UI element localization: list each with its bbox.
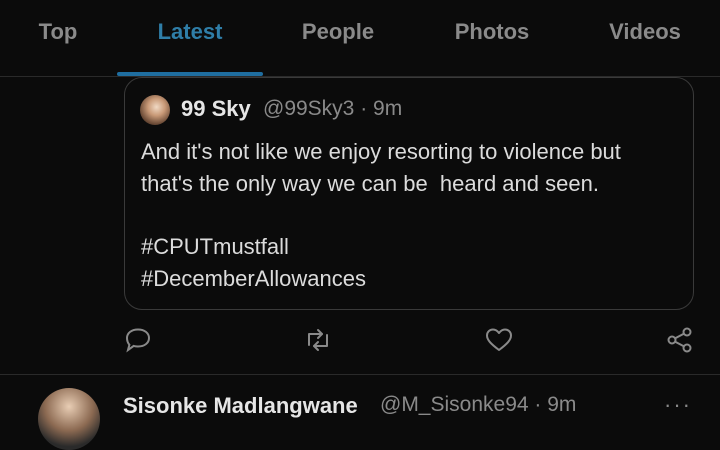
author-avatar[interactable] <box>140 95 170 125</box>
tweet-actions <box>0 325 720 365</box>
tab-videos[interactable]: Videos <box>590 17 700 47</box>
tab-photos[interactable]: Photos <box>437 17 547 47</box>
next-author-name[interactable]: Sisonke Madlangwane <box>123 393 358 419</box>
like-icon[interactable] <box>484 325 514 355</box>
reply-icon[interactable] <box>123 325 153 355</box>
share-icon[interactable] <box>665 325 695 355</box>
retweet-icon[interactable] <box>303 325 333 355</box>
hashtag-link[interactable]: #DecemberAllowances <box>141 266 366 292</box>
tweet-text-line: that's the only way we can be heard and … <box>141 171 599 196</box>
tab-top[interactable]: Top <box>20 17 96 47</box>
author-handle-time: @99Sky3 · 9m <box>263 97 403 120</box>
hashtag-link[interactable]: #CPUTmustfall <box>141 234 289 260</box>
more-options-icon[interactable]: ··· <box>664 392 692 418</box>
next-author-avatar[interactable] <box>38 388 100 450</box>
tweet-text-line: And it's not like we enjoy resorting to … <box>141 139 621 164</box>
tweet-divider <box>0 374 720 375</box>
tab-people[interactable]: People <box>283 17 393 47</box>
next-author-handle-time: @M_Sisonke94 · 9m <box>380 393 577 416</box>
search-tabs: Top Latest People Photos Videos <box>0 0 720 76</box>
author-name[interactable]: 99 Sky <box>181 96 251 122</box>
tab-latest[interactable]: Latest <box>130 17 250 47</box>
